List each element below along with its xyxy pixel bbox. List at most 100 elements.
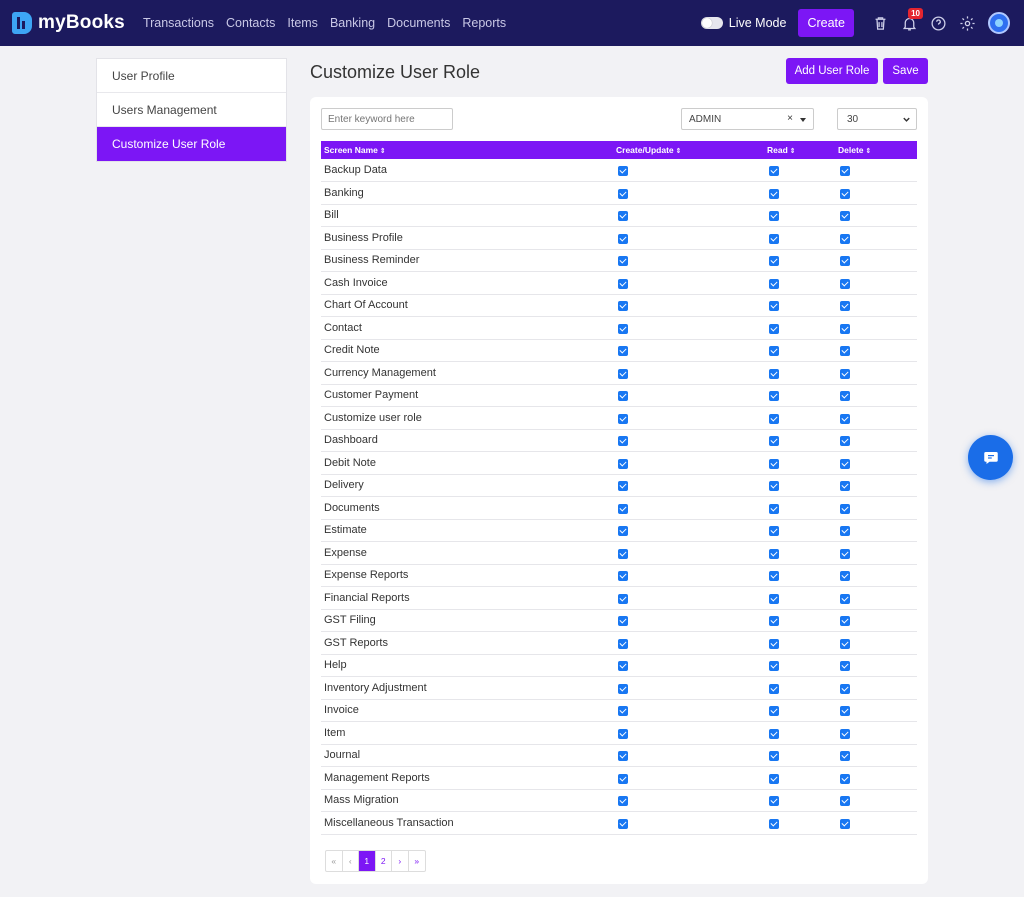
delete-checkbox[interactable] [840, 683, 850, 694]
delete-checkbox[interactable] [840, 548, 850, 559]
create-update-checkbox[interactable] [618, 503, 628, 514]
read-checkbox[interactable] [769, 661, 779, 672]
create-update-checkbox[interactable] [618, 526, 628, 537]
create-update-checkbox[interactable] [618, 683, 628, 694]
delete-checkbox[interactable] [840, 638, 850, 649]
page-first-button[interactable]: « [326, 851, 343, 871]
sort-icon[interactable]: ⇕ [866, 148, 872, 155]
delete-checkbox[interactable] [840, 188, 850, 199]
read-checkbox[interactable] [769, 526, 779, 537]
delete-checkbox[interactable] [840, 233, 850, 244]
read-checkbox[interactable] [769, 751, 779, 762]
read-checkbox[interactable] [769, 503, 779, 514]
caret-down-icon[interactable] [800, 118, 806, 122]
create-update-checkbox[interactable] [618, 661, 628, 672]
read-checkbox[interactable] [769, 436, 779, 447]
delete-checkbox[interactable] [840, 661, 850, 672]
read-checkbox[interactable] [769, 638, 779, 649]
read-checkbox[interactable] [769, 211, 779, 222]
create-update-checkbox[interactable] [618, 436, 628, 447]
delete-checkbox[interactable] [840, 571, 850, 582]
delete-checkbox[interactable] [840, 616, 850, 627]
read-checkbox[interactable] [769, 706, 779, 717]
create-update-checkbox[interactable] [618, 346, 628, 357]
delete-checkbox[interactable] [840, 166, 850, 176]
create-update-checkbox[interactable] [618, 481, 628, 492]
delete-checkbox[interactable] [840, 368, 850, 379]
delete-checkbox[interactable] [840, 301, 850, 312]
read-checkbox[interactable] [769, 683, 779, 694]
read-checkbox[interactable] [769, 796, 779, 807]
delete-checkbox[interactable] [840, 323, 850, 334]
create-update-checkbox[interactable] [618, 256, 628, 267]
read-checkbox[interactable] [769, 481, 779, 492]
read-checkbox[interactable] [769, 548, 779, 559]
delete-checkbox[interactable] [840, 728, 850, 739]
delete-checkbox[interactable] [840, 796, 850, 807]
nav-banking[interactable]: Banking [330, 16, 375, 30]
create-update-checkbox[interactable] [618, 751, 628, 762]
create-update-checkbox[interactable] [618, 818, 628, 829]
create-update-checkbox[interactable] [618, 571, 628, 582]
sort-icon[interactable]: ⇕ [676, 148, 682, 155]
trash-icon[interactable] [866, 9, 894, 37]
read-checkbox[interactable] [769, 458, 779, 469]
sidebar-item-users-management[interactable]: Users Management [97, 93, 286, 127]
delete-checkbox[interactable] [840, 458, 850, 469]
nav-reports[interactable]: Reports [462, 16, 506, 30]
col-delete[interactable]: Delete ⇕ [835, 141, 917, 159]
clear-icon[interactable]: × [787, 113, 793, 124]
create-update-checkbox[interactable] [618, 323, 628, 334]
nav-contacts[interactable]: Contacts [226, 16, 275, 30]
read-checkbox[interactable] [769, 301, 779, 312]
read-checkbox[interactable] [769, 728, 779, 739]
read-checkbox[interactable] [769, 278, 779, 289]
read-checkbox[interactable] [769, 188, 779, 199]
sidebar-item-customize-user-role[interactable]: Customize User Role [97, 127, 286, 161]
delete-checkbox[interactable] [840, 256, 850, 267]
page-1-button[interactable]: 1 [359, 851, 376, 871]
chat-button[interactable] [968, 435, 1013, 480]
read-checkbox[interactable] [769, 616, 779, 627]
delete-checkbox[interactable] [840, 481, 850, 492]
gear-icon[interactable] [953, 9, 981, 37]
col-screen-name[interactable]: Screen Name ⇕ [321, 141, 613, 159]
create-update-checkbox[interactable] [618, 233, 628, 244]
nav-items[interactable]: Items [287, 16, 318, 30]
read-checkbox[interactable] [769, 256, 779, 267]
live-mode-toggle[interactable] [700, 17, 723, 29]
sort-icon[interactable]: ⇕ [380, 148, 386, 155]
create-button[interactable]: Create [798, 9, 854, 37]
page-next-button[interactable]: › [392, 851, 409, 871]
page-size-select[interactable]: 30 [837, 108, 917, 130]
create-update-checkbox[interactable] [618, 728, 628, 739]
delete-checkbox[interactable] [840, 413, 850, 424]
save-button[interactable]: Save [883, 58, 928, 84]
read-checkbox[interactable] [769, 818, 779, 829]
create-update-checkbox[interactable] [618, 638, 628, 649]
app-logo[interactable]: myBooks [12, 12, 125, 34]
sort-icon[interactable]: ⇕ [790, 148, 796, 155]
read-checkbox[interactable] [769, 593, 779, 604]
delete-checkbox[interactable] [840, 211, 850, 222]
help-icon[interactable] [924, 9, 952, 37]
delete-checkbox[interactable] [840, 706, 850, 717]
delete-checkbox[interactable] [840, 773, 850, 784]
add-user-role-button[interactable]: Add User Role [786, 58, 878, 84]
create-update-checkbox[interactable] [618, 166, 628, 176]
read-checkbox[interactable] [769, 413, 779, 424]
col-read[interactable]: Read ⇕ [764, 141, 835, 159]
delete-checkbox[interactable] [840, 526, 850, 537]
read-checkbox[interactable] [769, 571, 779, 582]
col-create-update[interactable]: Create/Update ⇕ [613, 141, 764, 159]
search-input[interactable] [321, 108, 453, 130]
delete-checkbox[interactable] [840, 751, 850, 762]
delete-checkbox[interactable] [840, 278, 850, 289]
nav-documents[interactable]: Documents [387, 16, 450, 30]
nav-transactions[interactable]: Transactions [143, 16, 214, 30]
create-update-checkbox[interactable] [618, 796, 628, 807]
create-update-checkbox[interactable] [618, 368, 628, 379]
delete-checkbox[interactable] [840, 391, 850, 402]
create-update-checkbox[interactable] [618, 301, 628, 312]
create-update-checkbox[interactable] [618, 211, 628, 222]
